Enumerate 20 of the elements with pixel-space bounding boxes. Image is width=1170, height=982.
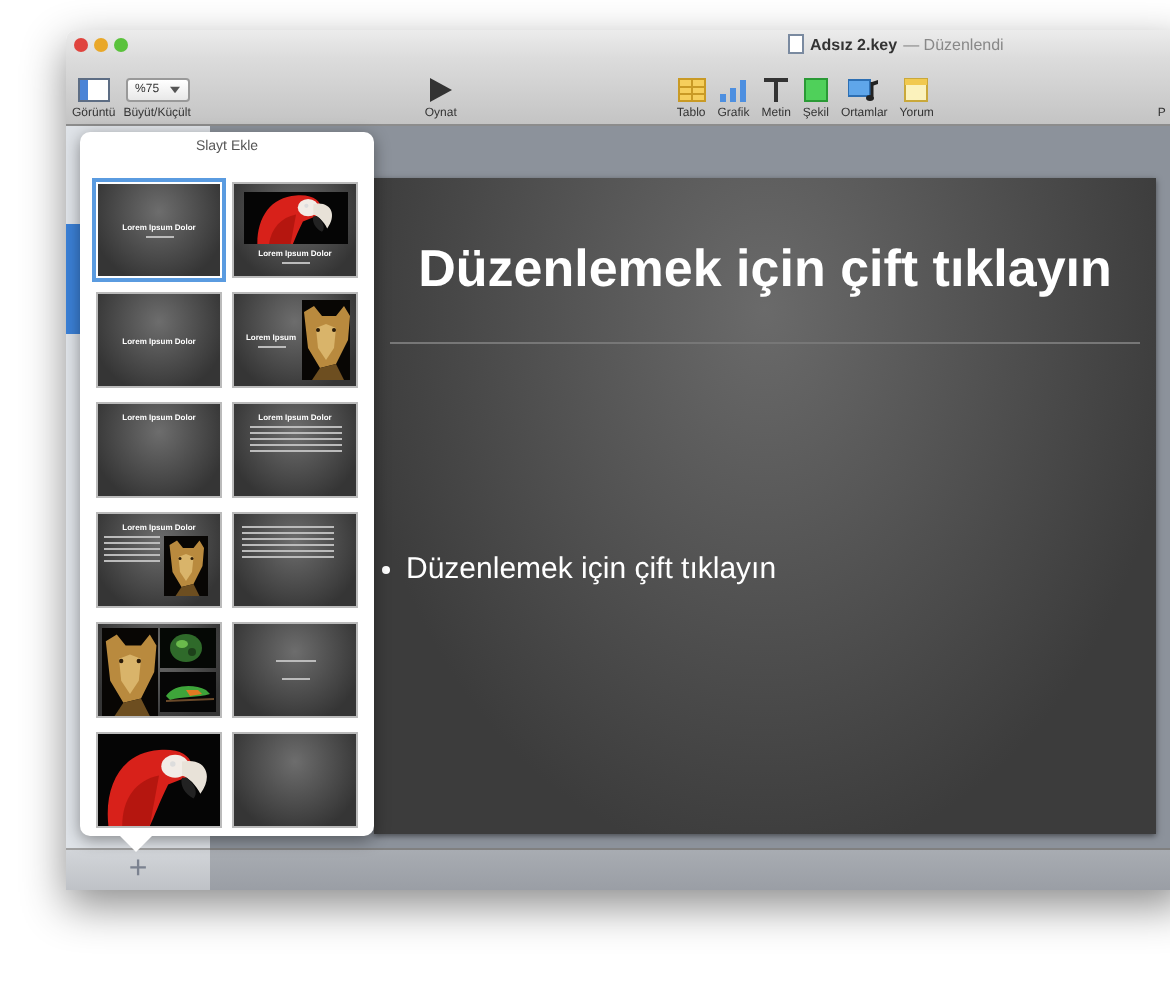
close-button[interactable] [74, 37, 88, 51]
dropdown-arrow-icon [169, 86, 180, 94]
slide-layout-thumbnail[interactable] [232, 732, 358, 828]
bullet-text[interactable]: Düzenlemek için çift tıklayın [406, 552, 777, 586]
view-icon [77, 78, 110, 102]
window-status: — Düzenlendi [903, 35, 1004, 53]
media-icon [848, 78, 881, 102]
bullet-dot [382, 565, 390, 573]
text-icon [764, 78, 789, 102]
slide-layout-thumbnail[interactable] [96, 732, 222, 828]
comment-icon [904, 78, 929, 102]
square-icon [803, 78, 828, 102]
play-icon [428, 78, 453, 102]
window-title: Adsız 2.key [810, 35, 898, 53]
slide-layout-thumbnail[interactable] [232, 622, 358, 718]
slide-title[interactable]: Düzenlemek için çift tıklayın [374, 178, 1156, 342]
table-icon [677, 78, 706, 102]
bar-chart-icon [719, 78, 748, 102]
slide-layout-thumbnail[interactable] [232, 512, 358, 608]
document-icon [788, 34, 804, 54]
